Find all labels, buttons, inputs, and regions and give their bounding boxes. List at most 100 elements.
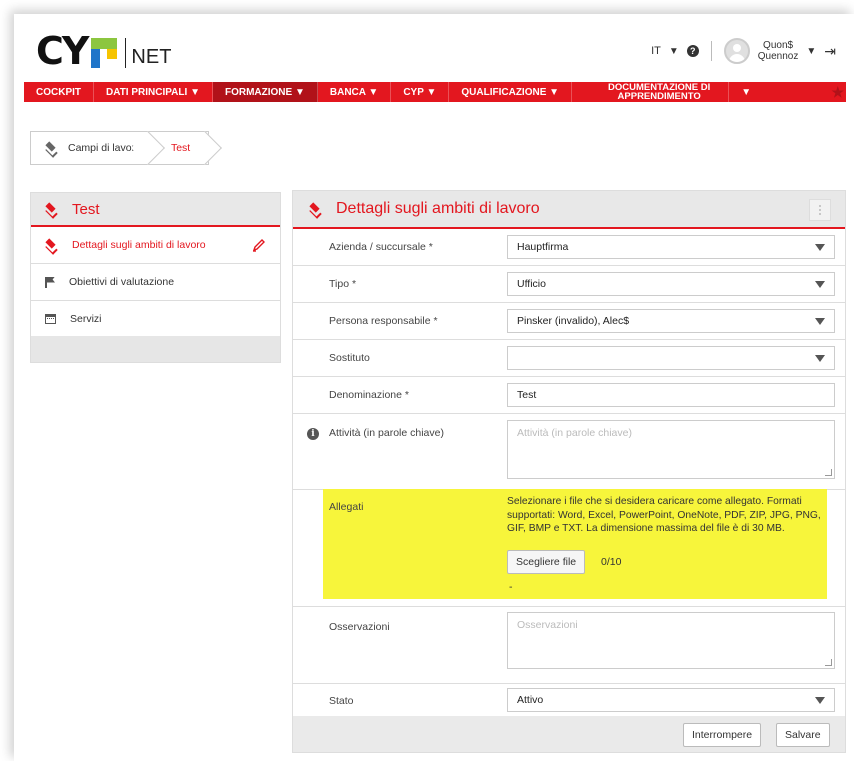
field-label: Denominazione * xyxy=(329,389,409,401)
nav-dati-principali[interactable]: DATI PRINCIPALI ▼ xyxy=(94,82,213,102)
form-row-persona: Persona responsabile * Pinsker (invalido… xyxy=(293,303,845,340)
nav-banca[interactable]: BANCA ▼ xyxy=(318,82,392,102)
allegati-help-text: Selezionare i file che si desidera caric… xyxy=(507,496,821,534)
app-header: CY NET IT ▼ ? Quon$ Quennoz ▼ ⇥ xyxy=(16,16,854,82)
pencil-icon[interactable] xyxy=(252,238,266,252)
file-list-empty: - xyxy=(509,581,513,593)
cyp-net-logo[interactable]: CY NET xyxy=(36,29,172,73)
select-value: Hauptfirma xyxy=(517,241,569,253)
form-row-denominazione: Denominazione * Test xyxy=(293,377,845,414)
info-icon[interactable]: i xyxy=(307,428,319,440)
form-row-attivita: i Attività (in parole chiave) Attività (… xyxy=(293,414,845,490)
select-value: Pinsker (invalido), Alec$ xyxy=(517,315,630,327)
field-label: Osservazioni xyxy=(329,621,390,633)
textarea-placeholder: Attività (in parole chiave) xyxy=(517,427,632,439)
nav-documentazione-line2: APPRENDIMENTO xyxy=(617,91,701,102)
calendar-icon xyxy=(45,314,56,324)
persona-responsabile-select[interactable]: Pinsker (invalido), Alec$ xyxy=(507,309,835,333)
sidebar-title: Test xyxy=(72,200,100,218)
tipo-select[interactable]: Ufficio xyxy=(507,272,835,296)
breadcrumb-label: Test xyxy=(170,142,191,154)
sidebar-item-obiettivi[interactable]: Obiettivi di valutazione xyxy=(31,264,280,301)
choose-file-button[interactable]: Scegliere file xyxy=(507,550,586,574)
form-footer: Interrompere Salvare xyxy=(293,716,845,752)
sidebar-item-label: Servizi xyxy=(70,313,102,325)
header-tools: IT ▼ ? Quon$ Quennoz ▼ ⇥ xyxy=(651,38,836,64)
sidebar: Test Dettagli sugli ambiti di lavoro Obi… xyxy=(30,192,281,363)
logout-icon[interactable]: ⇥ xyxy=(824,43,836,60)
language-selector[interactable]: IT xyxy=(651,45,661,57)
help-icon[interactable]: ? xyxy=(686,45,699,57)
logo-wordmark: CY xyxy=(36,29,89,73)
sidebar-item-label: Dettagli sugli ambiti di lavoro xyxy=(72,239,206,251)
flag-icon xyxy=(45,276,55,288)
sostituto-select[interactable] xyxy=(507,346,835,370)
layers-icon xyxy=(45,143,58,154)
allegati-highlight: Allegati Selezionare i file che si desid… xyxy=(323,489,827,599)
language-dropdown-icon[interactable]: ▼ xyxy=(669,46,679,57)
chevron-down-icon xyxy=(815,244,825,251)
user-name[interactable]: Quon$ Quennoz xyxy=(758,40,799,62)
favorite-star-icon[interactable]: ★ xyxy=(831,84,846,101)
azienda-select[interactable]: Hauptfirma xyxy=(507,235,835,259)
main-nav: COCKPIT DATI PRINCIPALI ▼ FORMAZIONE ▼ B… xyxy=(24,82,846,102)
nav-documentazione[interactable]: DOCUMENTAZIONE DI APPRENDIMENTO xyxy=(572,82,730,102)
header-divider xyxy=(710,41,712,61)
nav-cyp[interactable]: CYP ▼ xyxy=(391,82,450,102)
form-row-tipo: Tipo * Ufficio xyxy=(293,266,845,303)
chevron-down-icon xyxy=(815,318,825,325)
field-label: Tipo * xyxy=(329,278,357,290)
field-label: Azienda / succursale * xyxy=(329,241,433,253)
layers-icon xyxy=(45,240,58,251)
field-label: Stato xyxy=(329,695,354,707)
osservazioni-textarea[interactable]: Osservazioni xyxy=(507,612,835,669)
chevron-down-icon xyxy=(815,281,825,288)
input-value: Test xyxy=(517,389,537,401)
user-name-line1: Quon$ xyxy=(763,40,794,51)
chevron-down-icon xyxy=(815,355,825,362)
layers-icon xyxy=(45,204,58,215)
details-panel: Dettagli sugli ambiti di lavoro Azienda … xyxy=(292,190,846,753)
denominazione-input[interactable]: Test xyxy=(507,383,835,407)
textarea-placeholder: Osservazioni xyxy=(517,619,578,631)
sidebar-item-label: Obiettivi di valutazione xyxy=(69,276,175,288)
attivita-textarea[interactable]: Attività (in parole chiave) xyxy=(507,420,835,479)
form-row-sostituto: Sostituto xyxy=(293,340,845,377)
field-label: Persona responsabile * xyxy=(329,315,438,327)
sidebar-item-servizi[interactable]: Servizi xyxy=(31,301,280,338)
user-dropdown-icon[interactable]: ▼ xyxy=(806,46,816,57)
field-label: Allegati xyxy=(329,501,364,513)
sidebar-footer xyxy=(31,336,280,362)
logo-net-text: NET xyxy=(131,46,172,68)
breadcrumb-item-campi[interactable]: Campi di lavoro xyxy=(31,132,151,164)
sidebar-item-dettagli[interactable]: Dettagli sugli ambiti di lavoro xyxy=(31,227,280,264)
user-name-line2: Quennoz xyxy=(757,51,799,62)
user-avatar-icon[interactable] xyxy=(723,38,750,64)
nav-formazione[interactable]: FORMAZIONE ▼ xyxy=(212,82,318,102)
nav-qualificazione[interactable]: QUALIFICAZIONE ▼ xyxy=(449,82,573,102)
panel-title: Dettagli sugli ambiti di lavoro xyxy=(336,200,540,217)
save-button[interactable]: Salvare xyxy=(776,723,830,747)
chevron-down-icon xyxy=(815,697,825,704)
file-count: 0/10 xyxy=(601,556,622,568)
form-row-stato: Stato Attivo xyxy=(293,684,845,717)
breadcrumb: Campi di lavoro Test xyxy=(30,131,210,165)
layers-icon xyxy=(309,204,322,215)
cancel-button[interactable]: Interrompere xyxy=(683,723,762,747)
nav-documentazione-dropdown-icon[interactable]: ▼ xyxy=(729,82,763,102)
panel-header: Dettagli sugli ambiti di lavoro xyxy=(293,191,845,229)
more-options-icon[interactable] xyxy=(809,199,831,221)
resize-grip-icon[interactable] xyxy=(825,469,832,476)
field-label: Sostituto xyxy=(329,352,370,364)
select-value: Ufficio xyxy=(517,278,546,290)
stato-select[interactable]: Attivo xyxy=(507,688,835,712)
sidebar-header: Test xyxy=(31,193,280,227)
select-value: Attivo xyxy=(517,694,544,706)
form-row-osservazioni: Osservazioni Osservazioni xyxy=(293,607,845,684)
logo-divider xyxy=(125,38,127,68)
breadcrumb-label: Campi di lavoro xyxy=(68,142,141,154)
resize-grip-icon[interactable] xyxy=(825,659,832,666)
logo-p-mark xyxy=(91,38,118,68)
nav-cockpit[interactable]: COCKPIT xyxy=(24,82,94,102)
form-row-azienda: Azienda / succursale * Hauptfirma xyxy=(293,229,845,266)
